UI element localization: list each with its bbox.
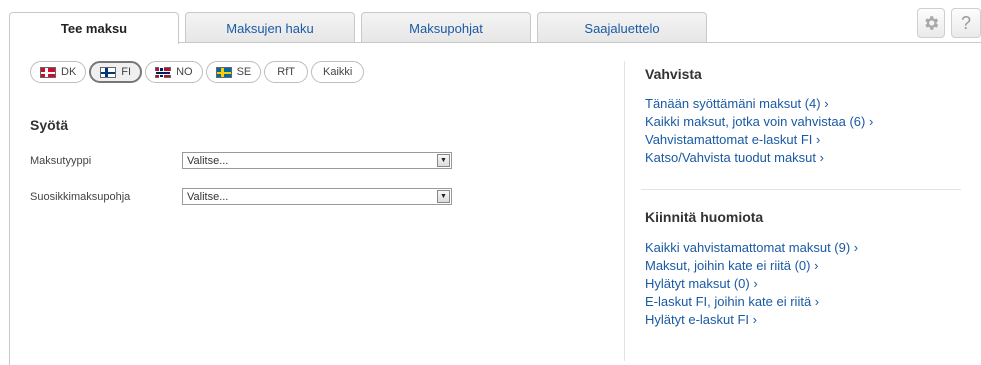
country-dk-button[interactable]: DK <box>30 61 87 83</box>
link-insufficient-funds-einvoices[interactable]: E-laskut FI, joihin kate ei riitä › <box>645 293 858 311</box>
confirm-section-title: Vahvista <box>645 66 702 82</box>
select-value: Valitse... <box>187 190 229 203</box>
attention-links: Kaikki vahvistamattomat maksut (9) › Mak… <box>645 239 858 329</box>
link-all-confirmable-payments[interactable]: Kaikki maksut, jotka voin vahvistaa (6) … <box>645 113 873 131</box>
settings-button[interactable] <box>917 8 945 38</box>
country-se-button[interactable]: SE <box>205 61 262 83</box>
section-divider <box>641 189 961 190</box>
country-label: FI <box>121 66 132 78</box>
favorite-template-select[interactable]: Valitse... ▼ <box>182 188 452 205</box>
sweden-flag-icon <box>215 66 232 78</box>
finland-flag-icon <box>100 66 117 78</box>
payment-type-select[interactable]: Valitse... ▼ <box>182 152 452 169</box>
country-label: DK <box>61 66 77 78</box>
select-value: Valitse... <box>187 154 229 167</box>
attention-section-title: Kiinnitä huomiota <box>645 209 764 225</box>
payment-type-label: Maksutyyppi <box>30 155 92 167</box>
link-today-entered-payments[interactable]: Tänään syöttämäni maksut (4) › <box>645 95 873 113</box>
link-rejected-einvoices[interactable]: Hylätyt e-laskut FI › <box>645 311 858 329</box>
link-insufficient-funds-payments[interactable]: Maksut, joihin kate ei riitä (0) › <box>645 257 858 275</box>
country-label: NO <box>176 66 193 78</box>
country-rft-button[interactable]: RfT <box>264 61 308 83</box>
chevron-down-icon: ▼ <box>437 154 450 167</box>
column-divider <box>624 61 625 361</box>
country-no-button[interactable]: NO <box>145 61 203 83</box>
form-section-title: Syötä <box>30 117 69 133</box>
chevron-down-icon: ▼ <box>437 190 450 203</box>
country-label: SE <box>236 66 252 78</box>
tab-saajaluettelo[interactable]: Saajaluettelo <box>537 12 707 43</box>
country-label: RfT <box>277 66 295 78</box>
link-rejected-payments[interactable]: Hylätyt maksut (0) › <box>645 275 858 293</box>
favorite-template-label: Suosikkimaksupohja <box>30 191 131 203</box>
country-label: Kaikki <box>322 66 353 78</box>
link-unconfirmed-einvoices[interactable]: Vahvistamattomat e-laskut FI › <box>645 131 873 149</box>
tab-tee-maksu[interactable]: Tee maksu <box>9 12 179 44</box>
country-all-button[interactable]: Kaikki <box>310 61 365 83</box>
denmark-flag-icon <box>40 66 56 78</box>
country-fi-button[interactable]: FI <box>89 61 143 83</box>
help-icon: ? <box>960 12 971 33</box>
link-view-confirm-imported[interactable]: Katso/Vahvista tuodut maksut › <box>645 149 873 167</box>
link-all-unconfirmed-payments[interactable]: Kaikki vahvistamattomat maksut (9) › <box>645 239 858 257</box>
tab-maksujen-haku[interactable]: Maksujen haku <box>185 12 355 43</box>
confirm-links: Tänään syöttämäni maksut (4) › Kaikki ma… <box>645 95 873 167</box>
gear-icon <box>925 16 939 30</box>
help-button[interactable]: ? <box>951 8 981 38</box>
tab-maksupohjat[interactable]: Maksupohjat <box>361 12 531 43</box>
country-selector: DK FI NO SE RfT Kaikki <box>30 61 365 83</box>
norway-flag-icon <box>155 66 172 78</box>
